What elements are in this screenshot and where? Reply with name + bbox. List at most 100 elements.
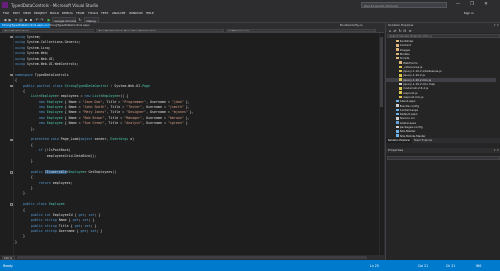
folder-icon <box>395 44 399 47</box>
collapse-using-icon[interactable]: − <box>10 35 13 39</box>
status-ch: Ch 21 <box>446 263 456 268</box>
code-token: { <box>15 175 33 180</box>
code-token: Employee <box>68 169 85 174</box>
code-token: return <box>38 180 51 185</box>
code-token: Name { <box>56 218 73 223</box>
code-editor[interactable]: − − − − − − using System; using System.Co… <box>0 33 384 255</box>
menu-test[interactable]: TEST <box>101 11 108 15</box>
code-token: Employee <box>48 202 65 207</box>
sync-icon[interactable]: ⇄ <box>393 29 397 33</box>
zoom-dropdown[interactable]: 100 % <box>2 255 15 260</box>
code-token: , Username = <box>142 121 168 126</box>
menu-file[interactable]: FILE <box>3 11 9 15</box>
editor-horizontal-scrollbar[interactable] <box>17 256 367 259</box>
collapse-class-icon[interactable]: − <box>10 84 13 88</box>
code-token: namespace <box>15 72 33 77</box>
editor-margin[interactable] <box>0 33 14 255</box>
collapse-namespace-icon[interactable]: − <box>10 73 13 77</box>
code-token: } <box>15 234 25 239</box>
code-token: Employee <box>46 105 63 110</box>
status-text: Ready <box>3 263 13 268</box>
editor-vertical-scrollbar[interactable] <box>379 33 384 255</box>
properties-icon[interactable]: ≡ <box>408 29 412 33</box>
code-token: , Title = <box>106 110 127 115</box>
menu-tools[interactable]: TOOLS <box>88 11 98 15</box>
code-token: System.Web.UI; <box>24 56 55 61</box>
menu-analyze[interactable]: ANALYZE <box>112 11 125 15</box>
web-icon <box>395 134 399 137</box>
code-token: : System.Web.UI. <box>108 83 143 88</box>
code-token: System.Web.UI.WebControls; <box>24 61 79 66</box>
close-button[interactable]: ✕ <box>480 1 492 9</box>
configuration-select[interactable]: Debug <box>84 17 99 23</box>
code-token: using <box>15 40 25 45</box>
status-col: Col 21 <box>418 263 429 268</box>
menu-edit[interactable]: EDIT <box>13 11 20 15</box>
properties-object-dropdown[interactable] <box>387 155 500 160</box>
collapse-employee-class-icon[interactable]: − <box>10 203 13 206</box>
class-dropdown[interactable]: TypedDataControls.StrongTypedDataControl <box>96 28 224 33</box>
code-token: object <box>80 137 93 142</box>
menu-build[interactable]: BUILD <box>50 11 59 15</box>
code-token: } <box>15 185 33 190</box>
code-token: } <box>15 158 33 163</box>
code-token: > employees = <box>56 94 85 99</box>
code-token: public string <box>30 229 57 234</box>
quick-launch-input[interactable]: Quick Launch (Ctrl+Q) <box>361 2 447 8</box>
tab-team-explorer[interactable]: Team Explorer <box>412 138 434 143</box>
code-text[interactable]: using System; using System.Collections.Ge… <box>15 35 378 245</box>
code-token: using <box>15 35 25 39</box>
back-icon[interactable]: ◀ <box>3 18 7 22</box>
collapse-getemployees-icon[interactable]: − <box>10 171 13 174</box>
member-dropdown[interactable]: GetEmployees() <box>226 28 376 33</box>
menu-window[interactable]: WINDOW <box>129 11 143 15</box>
menu-help[interactable]: HELP <box>146 11 154 15</box>
code-token: public class <box>22 202 47 207</box>
code-token: using <box>15 61 25 66</box>
code-token: "Analyst" <box>124 121 143 126</box>
minimize-button[interactable]: — <box>452 1 464 9</box>
solution-explorer-search-input[interactable]: Search Solution Explorer (Ctrl+;) <box>387 33 500 38</box>
browser-select[interactable]: Google Chrome <box>52 17 76 23</box>
forward-icon[interactable]: ▶ <box>8 18 12 22</box>
play-icon[interactable]: ▶ <box>47 18 51 22</box>
code-token: ; } <box>96 229 103 234</box>
menu-view[interactable]: VIEW <box>23 11 31 15</box>
explorer-tabs: Solution Explorer Team Explorer <box>386 138 500 143</box>
properties-title: Properties <box>388 148 404 152</box>
code-token: }; <box>15 126 35 131</box>
editor-vertical-scroll-thumb[interactable] <box>380 37 383 107</box>
js-icon <box>398 91 402 94</box>
collapse-pageload-icon[interactable]: − <box>10 138 13 142</box>
code-token: employeesGrid.DataBind(); <box>15 153 97 158</box>
window-title: TypedDataControls - Microsoft Visual Stu… <box>11 2 99 8</box>
code-line[interactable]: } <box>15 240 378 245</box>
solution-tree-item-label: Site.Mobile.Master <box>399 133 426 138</box>
status-bar: Ready Ln 25 Col 21 Ch 21 INS <box>0 260 500 271</box>
menu-team[interactable]: TEAM <box>76 11 84 15</box>
undo-icon[interactable]: ↶ <box>35 18 39 22</box>
restore-button[interactable]: ❐ <box>466 1 478 9</box>
refresh-icon[interactable]: ↻ <box>78 18 82 22</box>
properties-pin-icon[interactable]: ▾ ✕ <box>494 148 499 153</box>
menu-debug[interactable]: DEBUG <box>62 11 73 15</box>
menu-project[interactable]: PROJECT <box>34 11 47 15</box>
web-icon <box>395 112 399 116</box>
sign-in-link[interactable]: Sign in <box>464 11 474 15</box>
code-token: (!IsPostBack) <box>42 148 71 153</box>
refresh-icon[interactable]: ↻ <box>398 29 402 33</box>
save-all-icon[interactable]: ▪ <box>29 18 33 22</box>
code-token: "Manager" <box>124 115 143 120</box>
tab-solution-explorer[interactable]: Solution Explorer <box>386 138 413 143</box>
project-dropdown[interactable]: TypedDataControls <box>2 28 94 33</box>
new-project-icon[interactable]: ✦ <box>14 18 18 22</box>
collapse-all-icon[interactable]: ⊟ <box>403 29 407 33</box>
open-icon[interactable]: ▤ <box>19 18 23 22</box>
home-icon[interactable]: ⌂ <box>388 29 392 33</box>
save-icon[interactable]: ▪ <box>24 18 28 22</box>
redo-icon[interactable]: ↷ <box>40 18 44 22</box>
code-token: TypedDataControls <box>32 72 69 77</box>
